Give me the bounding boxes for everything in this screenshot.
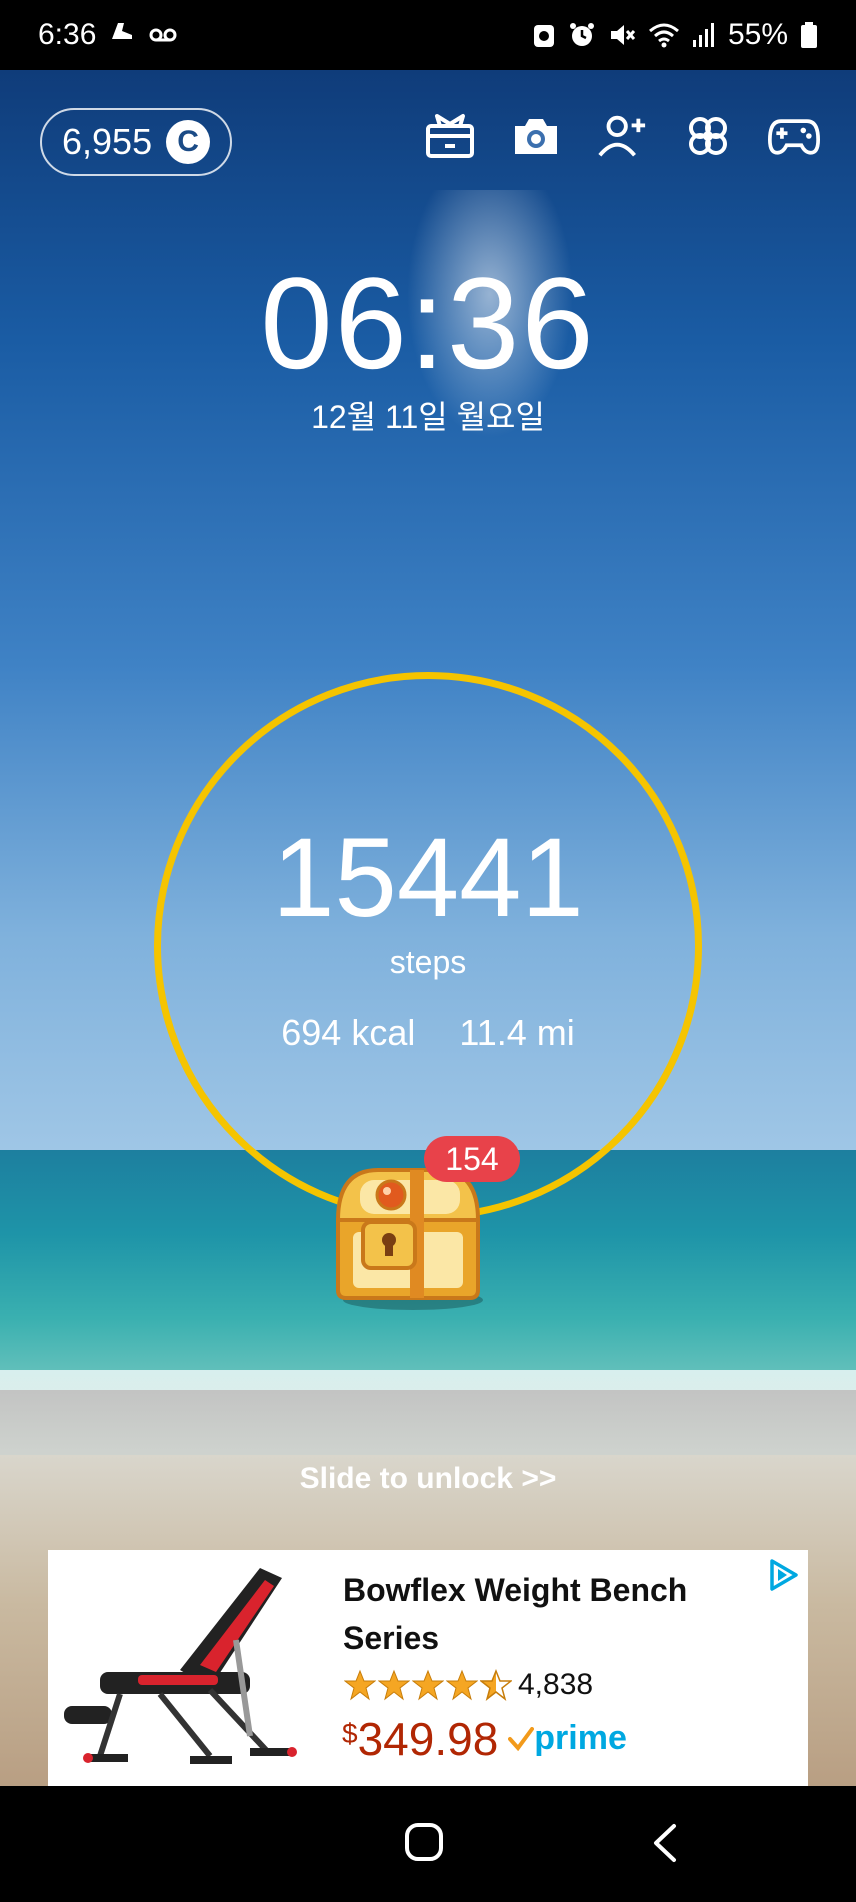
alarm-icon — [568, 21, 596, 49]
battery-level: 55% — [727, 18, 788, 51]
wifi-icon — [648, 21, 680, 49]
home-icon[interactable] — [404, 1822, 444, 1862]
back-icon[interactable] — [650, 1822, 680, 1864]
camera-icon — [515, 119, 557, 154]
coin-icon: C — [166, 120, 211, 164]
ad-price: $ 349.98 prime — [342, 1716, 627, 1772]
lock-screen: 6:36 55% 6,955 C 06:36 12월 11일 월요일 15441… — [0, 0, 856, 1902]
coin-amount: 6,955 — [62, 121, 153, 162]
battery-icon — [800, 21, 818, 49]
activity-stats: 694 kcal 11.4 mi — [0, 1012, 856, 1054]
voicemail-icon — [148, 18, 178, 52]
clover-icon — [689, 117, 727, 155]
gift-button[interactable] — [424, 110, 476, 162]
clover-button[interactable] — [682, 110, 734, 162]
ad-title: Bowflex Weight Bench Series — [343, 1572, 688, 1656]
gamepad-icon — [768, 119, 820, 155]
navigation-bar — [0, 1786, 856, 1902]
gift-icon — [426, 114, 474, 158]
prime-label: prime — [534, 1719, 627, 1757]
clock-date: 12월 11일 월요일 — [311, 399, 545, 435]
half-star-icon — [480, 1669, 512, 1701]
shoe-icon — [108, 17, 136, 53]
camera-button[interactable] — [510, 110, 562, 162]
add-user-icon — [598, 115, 646, 157]
ad-choices-icon[interactable] — [766, 1558, 800, 1592]
price-amount: 349.98 — [357, 1713, 499, 1765]
prime-check-icon — [508, 1726, 535, 1751]
data-saver-icon — [532, 21, 556, 49]
steps-count: 15441 — [272, 815, 584, 940]
signal-icon — [692, 22, 716, 48]
coin-balance[interactable]: 6,955 C — [40, 108, 232, 176]
star-icon — [446, 1669, 478, 1701]
ad-banner[interactable]: Bowflex Weight Bench Series 4,838 $ 349.… — [48, 1550, 808, 1786]
calories-value: 694 kcal — [281, 1012, 416, 1053]
rating-stars — [344, 1669, 512, 1701]
ad-rating: 4,838 — [344, 1668, 593, 1702]
game-button[interactable] — [768, 110, 820, 162]
status-left: 6:36 — [38, 17, 178, 53]
status-bar: 6:36 55% — [0, 0, 856, 70]
steps-label: steps — [389, 944, 467, 980]
chest-badge: 154 — [424, 1136, 520, 1182]
top-actions — [424, 110, 820, 162]
add-friend-button[interactable] — [596, 110, 648, 162]
weight-bench-image — [64, 1568, 297, 1764]
distance-value: 11.4 mi — [459, 1012, 575, 1053]
star-icon — [378, 1669, 410, 1701]
mute-icon — [608, 21, 636, 49]
clock-time: 06:36 — [260, 250, 596, 396]
star-icon — [344, 1669, 376, 1701]
status-right: 55% — [532, 18, 818, 52]
price-currency: $ — [342, 1718, 358, 1749]
slide-to-unlock[interactable]: Slide to unlock >> — [0, 1462, 856, 1496]
prime-badge: prime — [508, 1719, 627, 1758]
rating-count: 4,838 — [518, 1668, 594, 1701]
star-icon — [412, 1669, 444, 1701]
status-time: 6:36 — [38, 18, 97, 51]
background-surf — [0, 1370, 856, 1460]
